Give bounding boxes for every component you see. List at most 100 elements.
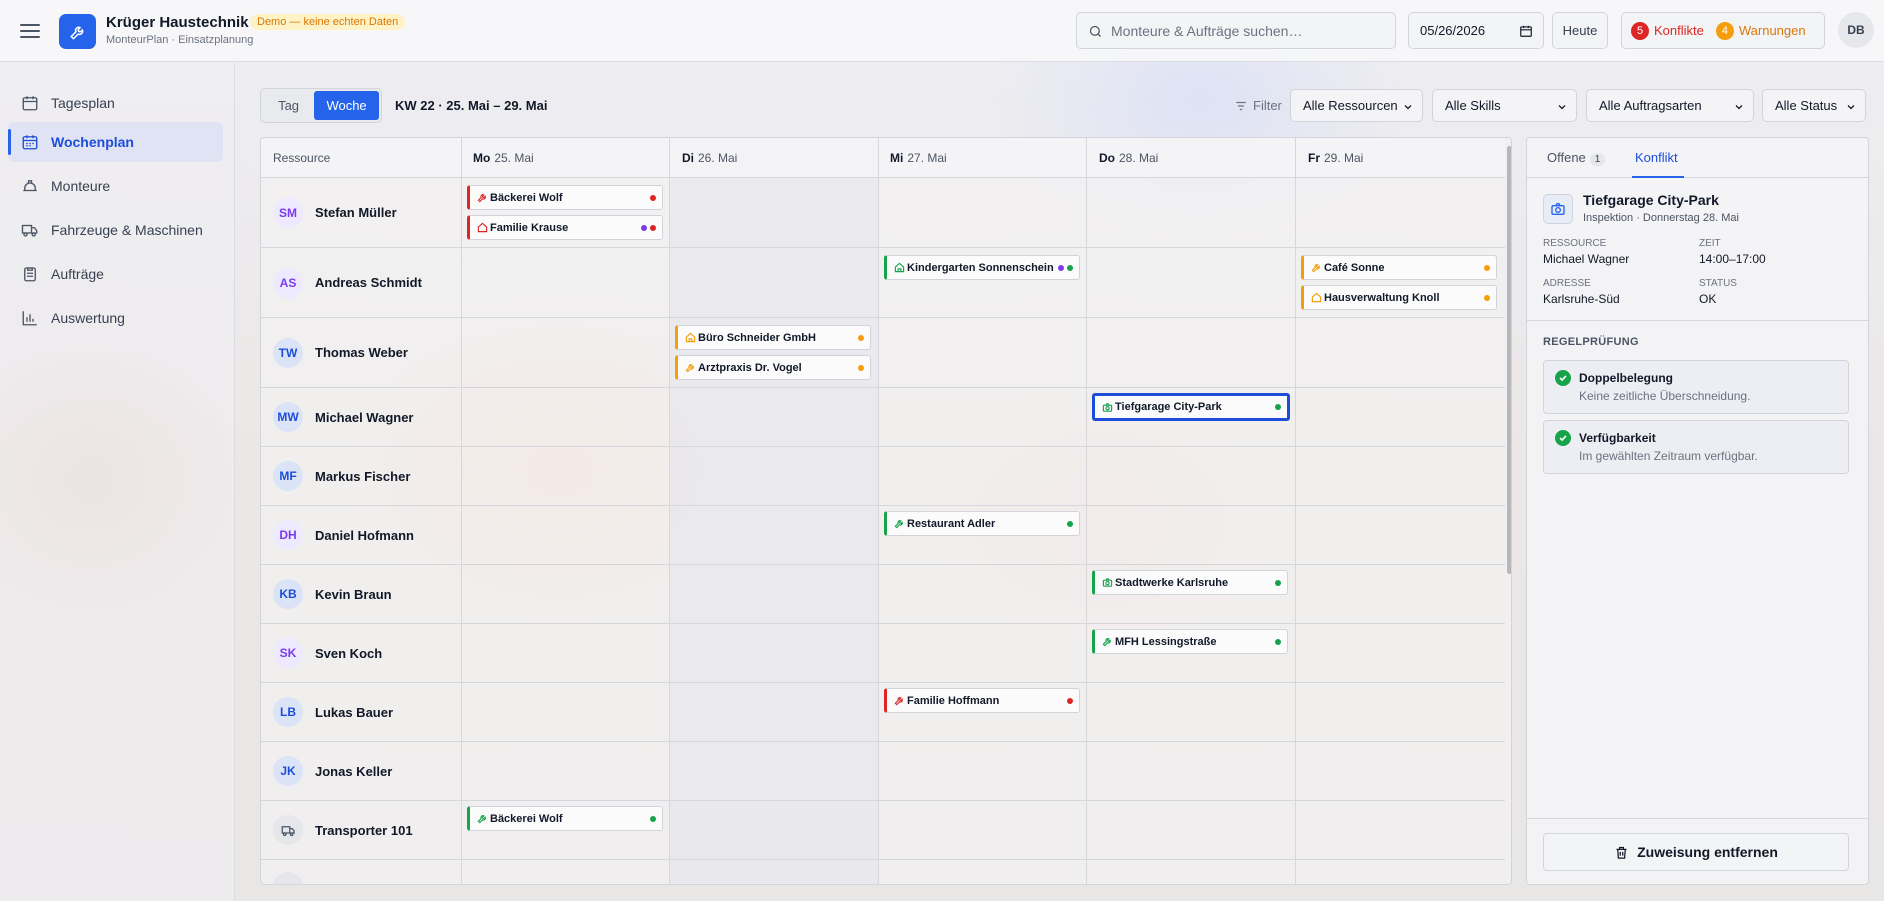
select-skills[interactable]: Alle Skills (1432, 89, 1577, 122)
resource-cell[interactable]: MW Michael Wagner (261, 388, 461, 446)
resource-cell[interactable]: KB Kevin Braun (261, 565, 461, 623)
resource-row: SK Sven Koch (261, 624, 1505, 683)
job-card-selected[interactable]: Tiefgarage City-Park (1092, 393, 1290, 421)
resource-cell[interactable]: JK Jonas Keller (261, 742, 461, 800)
status-dots (650, 816, 656, 822)
day-dow: Fr (1308, 151, 1320, 165)
sidebar-item-tagesplan[interactable]: Tagesplan (8, 83, 223, 123)
job-label: MFH Lessingstraße (1115, 635, 1217, 648)
tab-label: Offene (1547, 150, 1586, 165)
day-header-di: Di 26. Mai (670, 138, 878, 178)
status-dot (1484, 295, 1490, 301)
job-card[interactable]: Bäckerei Wolf (467, 185, 663, 210)
date-value: 05/26/2026 (1420, 23, 1486, 38)
select-resources[interactable]: Alle Ressourcen (1290, 89, 1423, 122)
resource-row: TW Thomas Weber (261, 318, 1505, 388)
warnings-count-badge: 4 (1715, 21, 1734, 40)
calendar-icon[interactable] (1519, 24, 1533, 38)
job-card[interactable]: Arztpraxis Dr. Vogel (675, 355, 871, 380)
job-card[interactable]: Bäckerei Wolf (467, 806, 663, 831)
tab-konflikt[interactable]: Konflikt (1635, 150, 1678, 165)
date-picker[interactable]: 05/26/2026 (1408, 12, 1544, 49)
home-icon (1311, 292, 1322, 303)
day-header-fr: Fr 29. Mai (1296, 138, 1504, 178)
status-dot (1275, 580, 1281, 586)
status-dots (858, 365, 864, 371)
resource-cell[interactable]: DH Daniel Hofmann (261, 506, 461, 564)
search-icon (1089, 25, 1101, 37)
job-card[interactable]: MFH Lessingstraße (1092, 629, 1288, 654)
remove-assignment-button[interactable]: Zuweisung entfernen (1543, 833, 1849, 871)
demo-badge: Demo — keine echten Daten (250, 14, 406, 30)
resource-cell[interactable]: TW Thomas Weber (261, 318, 461, 387)
rule-description: Keine zeitliche Überschneidung. (1579, 389, 1751, 403)
resource-name: Sven Koch (315, 645, 383, 661)
resource-name: Kevin Braun (315, 586, 392, 602)
select-status[interactable]: Alle Status (1762, 89, 1866, 122)
sidebar-item-auftraege[interactable]: Aufträge (8, 254, 223, 294)
resource-row: LB Lukas Bauer (261, 683, 1505, 742)
job-label: Stadtwerke Karlsruhe (1115, 576, 1229, 589)
status-dot (858, 335, 864, 341)
sidebar-item-auswertung[interactable]: Auswertung (8, 298, 223, 338)
status-dots (1484, 295, 1490, 301)
status-dots (1275, 580, 1281, 586)
sidebar-item-monteure[interactable]: Monteure (8, 166, 223, 206)
scrollbar-thumb[interactable] (1507, 146, 1511, 574)
today-button[interactable]: Heute (1552, 12, 1608, 49)
truck-icon (281, 825, 295, 836)
sidebar-item-label: Aufträge (51, 266, 104, 282)
tab-offene[interactable]: Offene 1 (1547, 150, 1606, 166)
job-card[interactable]: Restaurant Adler (884, 511, 1080, 536)
resource-row: SM Stefan Müller (261, 178, 1505, 248)
resource-cell[interactable]: AS Andreas Schmidt (261, 248, 461, 317)
filter-button[interactable]: Filter (1234, 98, 1282, 113)
app-subtitle: MonteurPlan · Einsatzplanung (106, 34, 254, 46)
resource-cell[interactable]: SM Stefan Müller (261, 178, 461, 247)
resource-row: Transporter 101 (261, 801, 1505, 860)
day-date: 29. Mai (1324, 151, 1364, 165)
panel-tabs: Offene 1 Konflikt (1527, 138, 1868, 178)
resource-cell[interactable]: SK Sven Koch (261, 624, 461, 682)
resource-name: Stefan Müller (315, 205, 397, 220)
issues-button[interactable]: 5 Konflikte 4 Warnungen (1621, 12, 1825, 49)
resource-cell[interactable] (261, 860, 461, 884)
sidebar-item-label: Tagesplan (51, 95, 115, 111)
resource-cell[interactable]: LB Lukas Bauer (261, 683, 461, 741)
job-card[interactable]: Hausverwaltung Knoll (1301, 285, 1497, 310)
job-label: Familie Krause (490, 221, 569, 234)
status-dot (1275, 404, 1281, 410)
status-dots (641, 225, 656, 231)
active-tab-indicator (1632, 176, 1684, 178)
home-icon (477, 222, 488, 233)
top-bar: Krüger Haustechnik Demo — keine echten D… (0, 0, 1884, 62)
job-card[interactable]: Stadtwerke Karlsruhe (1092, 570, 1288, 595)
time-value: 14:00–17:00 (1699, 252, 1766, 266)
divider (1527, 818, 1868, 819)
resource-cell[interactable]: Transporter 101 (261, 801, 461, 859)
user-avatar[interactable]: DB (1838, 12, 1874, 48)
sidebar-item-wochenplan[interactable]: Wochenplan (8, 122, 223, 162)
job-card[interactable]: Kindergarten Sonnenschein (884, 255, 1080, 280)
select-order-types[interactable]: Alle Auftragsarten (1586, 89, 1754, 122)
search-input[interactable] (1111, 22, 1381, 39)
job-card[interactable]: Familie Hoffmann (884, 688, 1080, 713)
wrench-icon (1102, 638, 1111, 647)
wrench-icon (477, 194, 486, 203)
hamburger-menu-icon[interactable] (18, 20, 42, 42)
address-value: Karlsruhe-Süd (1543, 292, 1620, 306)
sidebar-item-fahrzeuge[interactable]: Fahrzeuge & Maschinen (8, 210, 223, 250)
job-card[interactable]: Büro Schneider GmbH (675, 325, 871, 350)
resource-cell[interactable]: MF Markus Fischer (261, 447, 461, 505)
job-card[interactable]: Familie Krause (467, 215, 663, 240)
resource-name: Michael Wagner (315, 409, 414, 425)
view-day-button[interactable]: Tag (263, 91, 314, 120)
view-week-button[interactable]: Woche (314, 91, 379, 120)
select-skills-value: Alle Skills (1445, 98, 1501, 113)
job-card[interactable]: Café Sonne (1301, 255, 1497, 280)
avatar: LB (273, 697, 303, 727)
week-grid: Ressource Mo 25. Mai Di 26. Mai Mi 27. Mai … (260, 137, 1512, 885)
search-box[interactable] (1076, 12, 1396, 49)
wrench-icon (685, 364, 694, 373)
resource-row: MW Michael Wagner (261, 388, 1505, 447)
